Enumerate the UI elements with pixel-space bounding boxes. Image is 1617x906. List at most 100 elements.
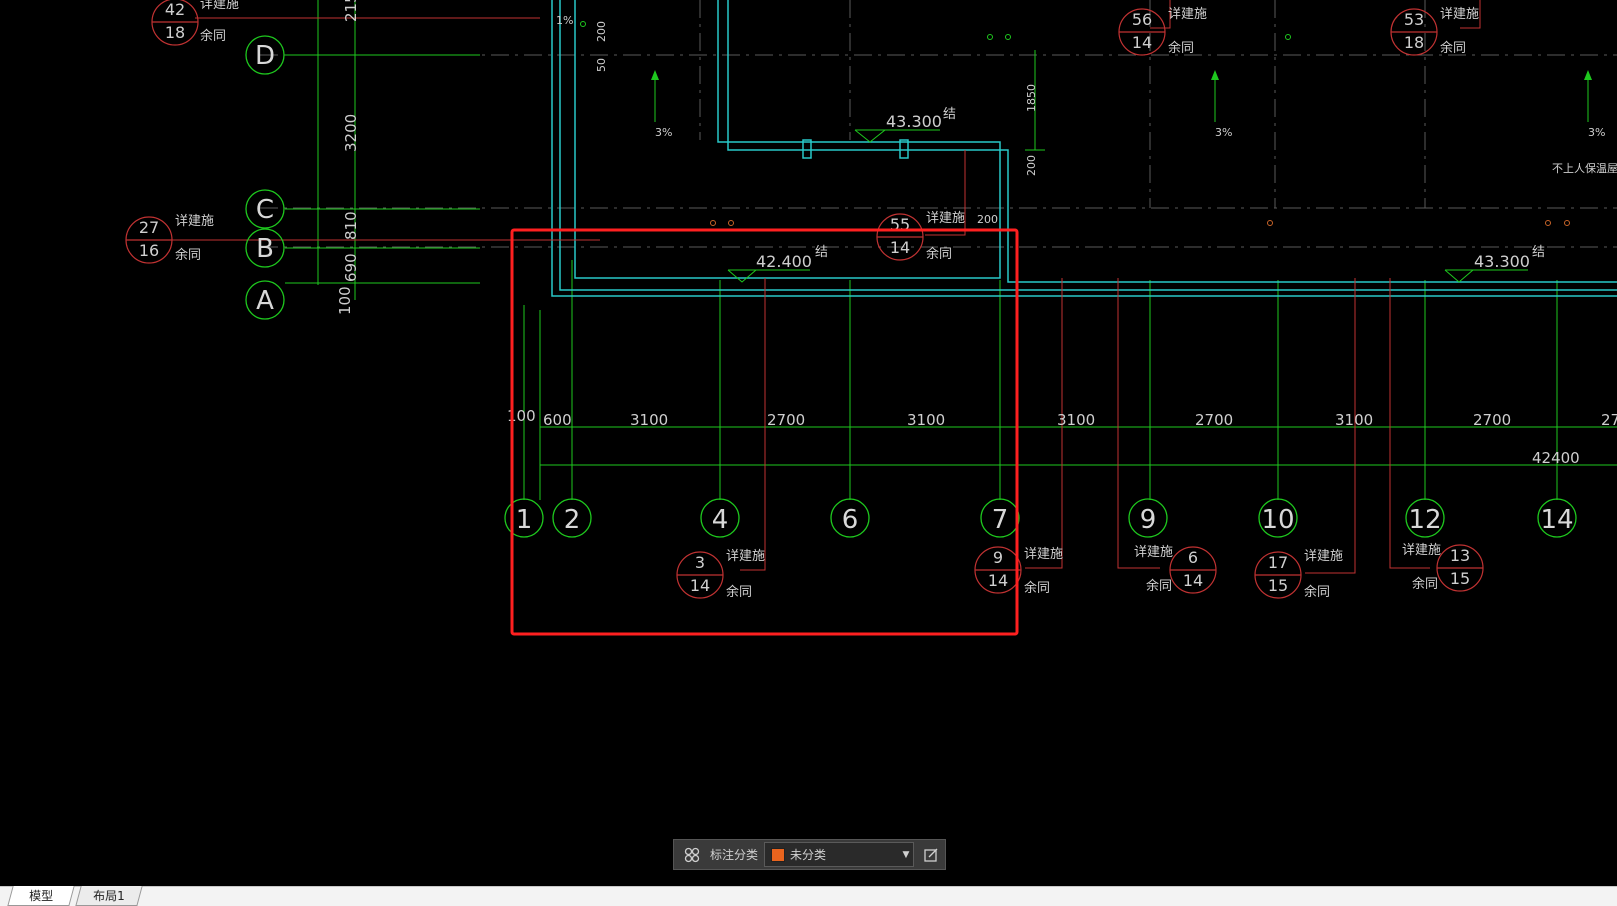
detail-note-bottom: 余同 [1168, 40, 1194, 56]
elevation-suffix-3: 结 [1532, 245, 1545, 260]
detail-note-top: 详建施 [1024, 547, 1063, 562]
small-dim-1: 200 [595, 21, 608, 42]
detail-7-top: 9 [993, 548, 1003, 567]
detail-5-bottom: 18 [1404, 33, 1424, 52]
axis-C[interactable]: C [256, 195, 274, 225]
detail-note-top: 详建施 [1168, 7, 1207, 22]
axis-12[interactable]: 12 [1408, 505, 1441, 535]
small-dim-4: 200 [1025, 155, 1038, 176]
axis-1[interactable]: 1 [516, 505, 533, 535]
detail-6-top: 3 [695, 553, 705, 572]
slope-2: 3% [655, 126, 672, 139]
elevation-1: 43.300 [886, 112, 942, 131]
layout-tab-bar: 模型 布局1 [0, 886, 1617, 906]
selected-category: 未分类 [790, 848, 827, 862]
green-markers [580, 21, 1291, 40]
elevation-marks [727, 129, 1528, 283]
left-dim-4: 690 [342, 253, 360, 282]
detail-note-bottom: 余同 [1440, 40, 1466, 56]
axis-A[interactable]: A [256, 286, 274, 316]
small-dim-2: 50 [595, 58, 608, 72]
bottom-dim-2: 600 [543, 411, 572, 429]
elevation-suffix-1: 结 [943, 107, 956, 122]
left-dim-5: 100 [336, 286, 354, 315]
detail-7-bottom: 14 [988, 571, 1008, 590]
axis-9[interactable]: 9 [1140, 505, 1157, 535]
bottom-dim-3: 3100 [630, 411, 668, 429]
left-dim-1: 215 [342, 0, 360, 22]
annotation-category-toolbar: 标注分类 未分类 ▼ [673, 839, 946, 870]
detail-note-bottom: 余同 [1412, 576, 1438, 592]
bottom-dim-9: 2700 [1473, 411, 1511, 429]
category-dropdown[interactable]: 未分类 ▼ [764, 842, 915, 867]
tab-layout1-label: 布局1 [93, 889, 125, 903]
four-squares-icon[interactable] [680, 843, 704, 867]
detail-2-bottom: 16 [139, 241, 159, 260]
detail-10-bottom: 15 [1450, 569, 1470, 588]
detail-note-bottom: 余同 [926, 246, 952, 262]
detail-note-top: 详建施 [926, 211, 965, 226]
detail-note-top: 详建施 [1402, 543, 1441, 558]
slope-arrows [651, 70, 1592, 80]
detail-1-bottom: 18 [165, 23, 185, 42]
detail-note-bottom: 余同 [175, 247, 201, 263]
axis-10[interactable]: 10 [1261, 505, 1294, 535]
cad-drawing-canvas[interactable]: 43.300 结 42.400 结 43.300 结 1% 3% 3% 3% 不… [0, 0, 1617, 886]
bottom-dim-7: 2700 [1195, 411, 1233, 429]
detail-9-top: 17 [1268, 553, 1288, 572]
detail-note-bottom: 余同 [1304, 584, 1330, 600]
tab-model[interactable]: 模型 [7, 886, 75, 906]
detail-1-top: 42 [165, 0, 185, 19]
detail-note-top: 详建施 [1134, 545, 1173, 560]
edit-icon[interactable] [920, 844, 942, 866]
detail-10-top: 13 [1450, 546, 1470, 565]
slope-3: 3% [1215, 126, 1232, 139]
detail-note-bottom: 余同 [726, 584, 752, 600]
roof-note: 不上人保温屋面 [1552, 161, 1617, 175]
detail-8-bottom: 14 [1183, 571, 1203, 590]
detail-2-top: 27 [139, 218, 159, 237]
detail-note-bottom: 余同 [1146, 578, 1172, 594]
total-dim: 42400 [1532, 449, 1580, 467]
detail-note-top: 详建施 [1304, 549, 1343, 564]
detail-6-bottom: 14 [690, 576, 710, 595]
small-dim-5: 200 [977, 213, 998, 226]
left-dim-2: 3200 [342, 114, 360, 152]
detail-5-top: 53 [1404, 10, 1424, 29]
bottom-dim-8: 3100 [1335, 411, 1373, 429]
detail-note-bottom: 余同 [1024, 580, 1050, 596]
tab-model-label: 模型 [29, 889, 54, 903]
axis-B[interactable]: B [256, 234, 274, 264]
left-dim-3: 810 [342, 211, 360, 240]
slope-1: 1% [556, 14, 573, 27]
detail-8-top: 6 [1188, 548, 1198, 567]
detail-note-bottom: 余同 [200, 28, 226, 44]
axis-7[interactable]: 7 [992, 505, 1009, 535]
chevron-down-icon: ▼ [902, 849, 910, 860]
tab-layout1[interactable]: 布局1 [75, 886, 143, 906]
markers [710, 220, 1570, 226]
small-dim-3: 1850 [1025, 84, 1038, 112]
detail-9-bottom: 15 [1268, 576, 1288, 595]
row-axis-bubbles [245, 35, 285, 320]
category-label: 标注分类 [710, 848, 759, 862]
axis-6[interactable]: 6 [842, 505, 859, 535]
bottom-dim-4: 2700 [767, 411, 805, 429]
detail-4-top: 56 [1132, 10, 1152, 29]
bottom-dim-5: 3100 [907, 411, 945, 429]
elevation-suffix-2: 结 [815, 245, 828, 260]
detail-3-bottom: 14 [890, 238, 910, 257]
category-color-swatch [771, 847, 786, 862]
axis-D[interactable]: D [255, 41, 275, 71]
detail-note-top: 详建施 [200, 0, 239, 12]
detail-note-top: 详建施 [175, 214, 214, 229]
axis-14[interactable]: 14 [1540, 505, 1573, 535]
axis-2[interactable]: 2 [564, 505, 581, 535]
bottom-dim-10: 27 [1601, 411, 1617, 429]
slope-4: 3% [1588, 126, 1605, 139]
bottom-dim-6: 3100 [1057, 411, 1095, 429]
detail-note-top: 详建施 [1440, 7, 1479, 22]
axis-4[interactable]: 4 [712, 505, 729, 535]
detail-4-bottom: 14 [1132, 33, 1152, 52]
elevation-3: 43.300 [1474, 252, 1530, 271]
